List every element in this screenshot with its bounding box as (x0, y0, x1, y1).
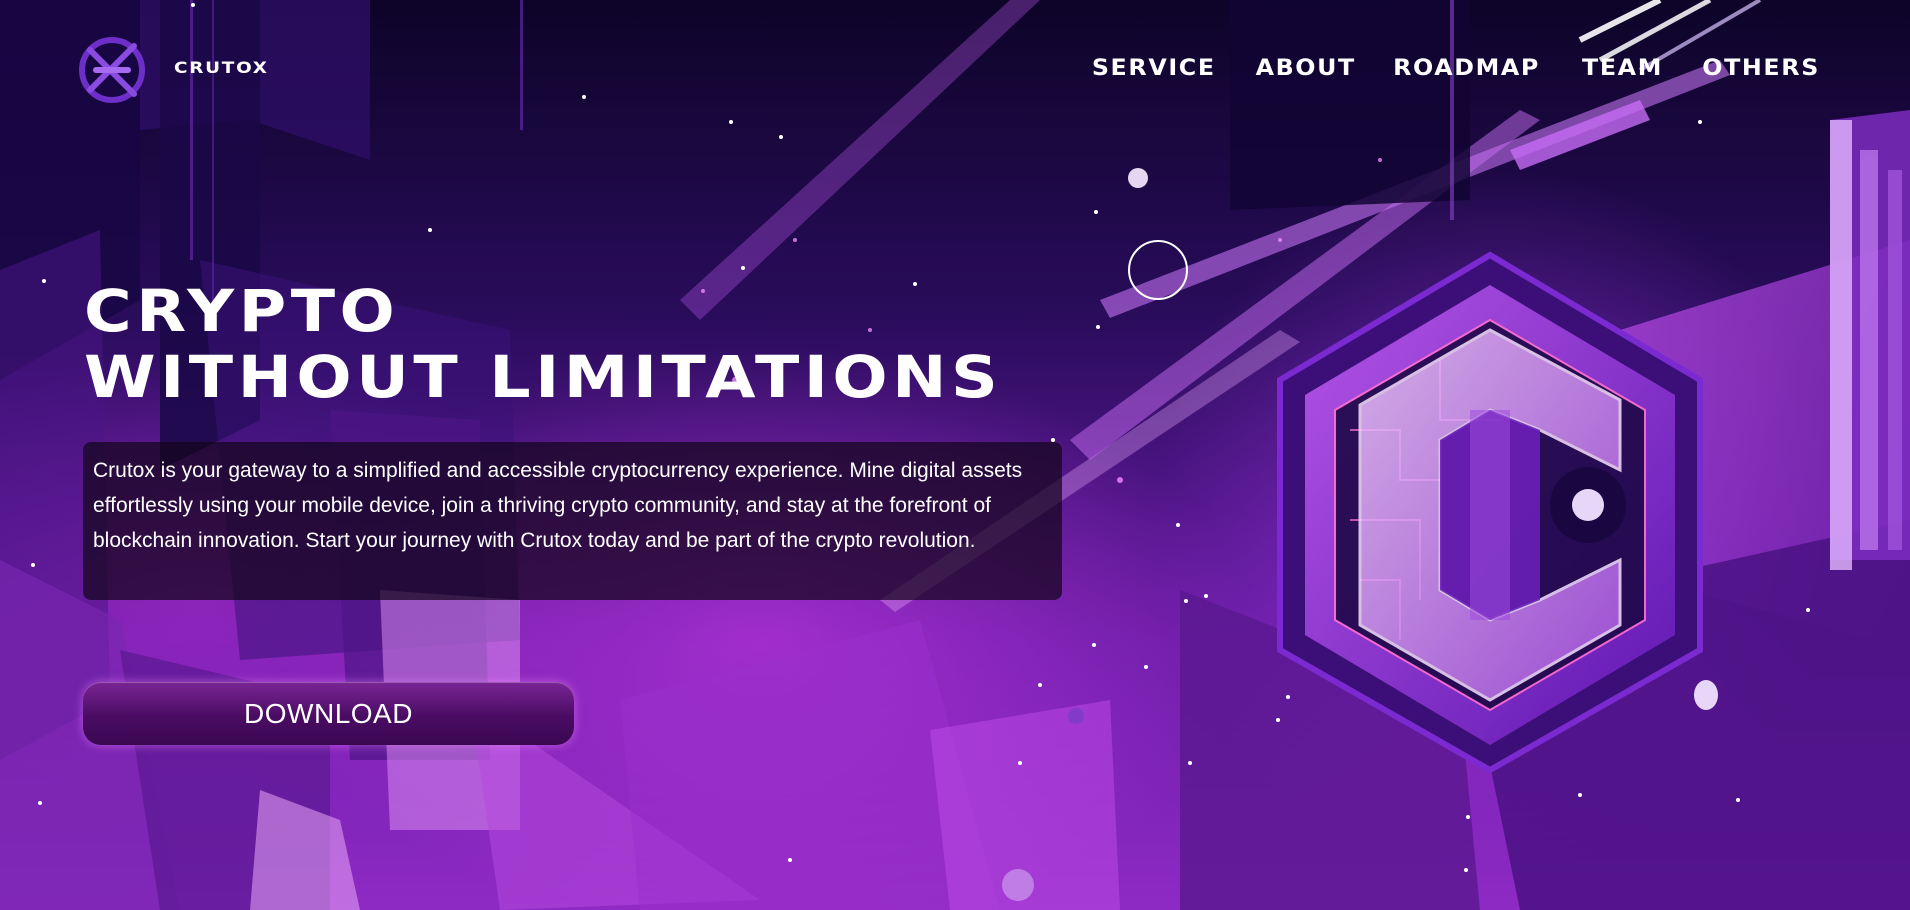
nav-others[interactable]: OTHERS (1702, 56, 1820, 81)
brand-name[interactable]: CRUTOX (174, 58, 269, 77)
nav-about[interactable]: ABOUT (1256, 56, 1356, 81)
nav-service[interactable]: SERVICE (1091, 56, 1215, 81)
main-nav: SERVICE ABOUT ROADMAP TEAM OTHERS (1053, 56, 1820, 81)
hero-title-line-2: WITHOUT LIMITATIONS (84, 343, 1003, 411)
crutox-logo-icon[interactable] (74, 24, 154, 114)
landing-page: CRUTOX SERVICE ABOUT ROADMAP TEAM OTHERS… (0, 0, 1910, 910)
nav-team[interactable]: TEAM (1582, 56, 1663, 81)
hero-title-line-1: CRYPTO (84, 277, 400, 345)
hero-description: Crutox is your gateway to a simplified a… (83, 442, 1062, 600)
nav-roadmap[interactable]: ROADMAP (1393, 56, 1540, 81)
hero-title: CRYPTO WITHOUT LIMITATIONS (84, 278, 1002, 410)
download-button[interactable]: DOWNLOAD (83, 682, 574, 745)
